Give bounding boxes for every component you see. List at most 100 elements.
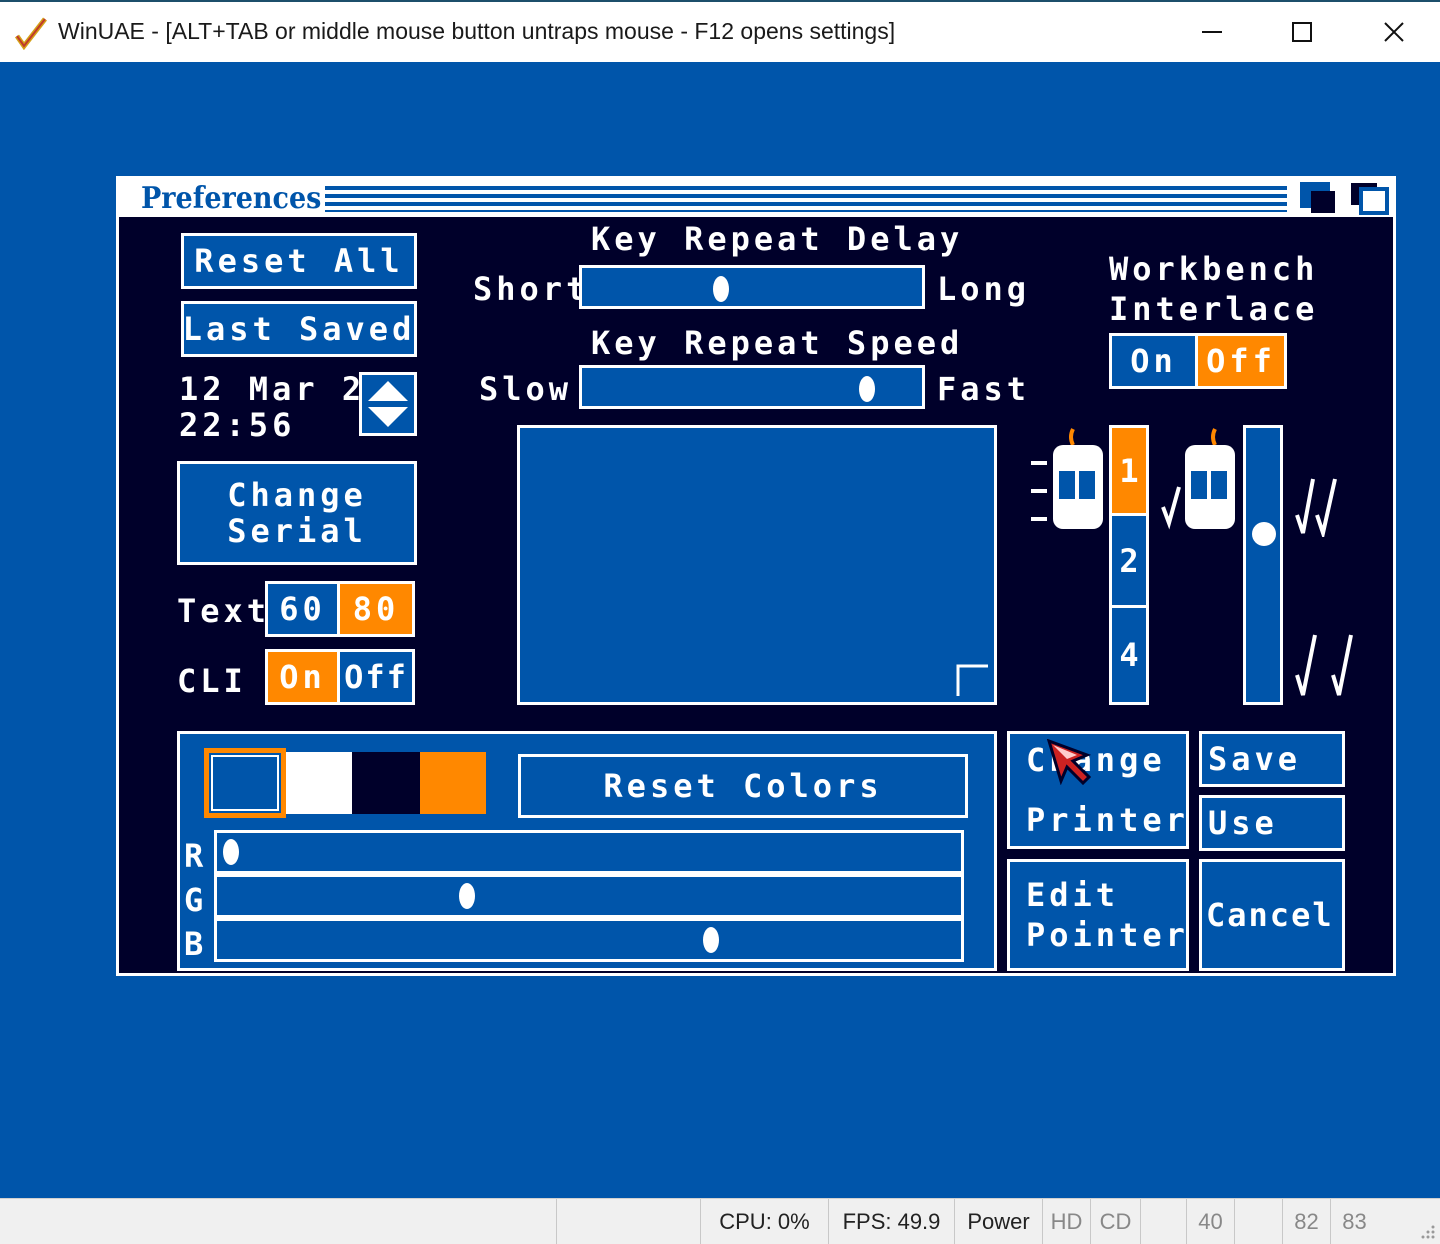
close-icon (1384, 22, 1404, 42)
text-width-toggle: 60 80 (265, 581, 415, 637)
key-speed-slider[interactable] (579, 365, 925, 409)
interlace-on-option[interactable]: On (1112, 336, 1198, 386)
df2-status: 82 (1282, 1199, 1330, 1244)
mouse-slow-icon (1031, 428, 1103, 529)
fast-click-icon (1295, 478, 1337, 537)
cli-label: CLI (177, 662, 247, 700)
cli-toggle: On Off (265, 649, 415, 705)
edit-pointer-button[interactable]: Edit Pointer (1007, 859, 1189, 971)
depth-back-gadget[interactable] (1295, 179, 1341, 217)
use-button[interactable]: Use (1199, 795, 1345, 851)
change-serial-label-1: Change (227, 476, 367, 514)
date-time-stepper[interactable] (359, 372, 417, 436)
palette-color-1[interactable] (286, 752, 352, 814)
color-panel: Reset Colors R G B (177, 731, 997, 971)
key-speed-knob[interactable] (859, 376, 876, 402)
hd-status: HD (1042, 1199, 1090, 1244)
reset-all-button[interactable]: Reset All (181, 233, 417, 289)
green-slider[interactable] (214, 874, 964, 918)
save-button[interactable]: Save (1199, 731, 1345, 787)
blue-knob[interactable] (702, 927, 719, 953)
palette-color-0[interactable] (204, 748, 286, 818)
mouse-speed-option-1[interactable]: 1 (1112, 428, 1146, 516)
cd-status: CD (1090, 1199, 1140, 1244)
power-status: Power (954, 1199, 1042, 1244)
depth-front-icon (1351, 183, 1389, 215)
df1-status (1234, 1199, 1282, 1244)
blue-slider[interactable] (214, 918, 964, 962)
maximize-button[interactable] (1256, 2, 1348, 62)
red-slider[interactable] (214, 830, 964, 874)
maximize-icon (1292, 22, 1312, 42)
date-field[interactable]: 12 Mar 20 (179, 371, 388, 407)
text-label: Text (177, 592, 271, 630)
drive-blank (1140, 1199, 1186, 1244)
edit-pointer-label-1: Edit (1026, 876, 1120, 914)
text-60-option[interactable]: 60 (268, 584, 340, 634)
key-delay-slider[interactable] (579, 265, 925, 309)
red-knob[interactable] (223, 839, 239, 865)
last-saved-button[interactable]: Last Saved (181, 301, 417, 357)
key-speed-min-label: Slow (479, 370, 573, 408)
cpu-status: CPU: 0% (700, 1199, 828, 1244)
key-speed-title: Key Repeat Speed (591, 324, 964, 362)
mouse-speed-selector: 1 2 4 (1109, 425, 1149, 705)
close-button[interactable] (1348, 2, 1440, 62)
text-80-option[interactable]: 80 (340, 584, 412, 634)
titlebar-drag-lines (325, 186, 1287, 212)
cli-on-option[interactable]: On (268, 652, 340, 702)
double-click-slider[interactable] (1243, 425, 1283, 705)
depth-back-icon (1300, 182, 1335, 213)
df3-status: 83 (1330, 1199, 1378, 1244)
key-delay-min-label: Short (473, 270, 590, 308)
window-titlebar[interactable]: WinUAE - [ALT+TAB or middle mouse button… (0, 0, 1440, 62)
double-click-knob[interactable] (1252, 521, 1276, 546)
fps-status: FPS: 49.9 (828, 1199, 954, 1244)
interlace-title-1: Workbench (1109, 250, 1319, 288)
key-delay-max-label: Long (937, 270, 1031, 308)
reset-colors-button[interactable]: Reset Colors (518, 754, 968, 818)
cancel-button[interactable]: Cancel (1199, 859, 1345, 971)
preferences-titlebar[interactable]: Preferences (119, 179, 1393, 217)
mouse-speed-option-2[interactable]: 2 (1112, 516, 1146, 608)
edit-pointer-label-2: Pointer (1026, 916, 1189, 954)
slow-click-icon (1295, 634, 1353, 696)
up-down-arrow-icon (368, 381, 408, 427)
mouse-speed-option-4[interactable]: 4 (1112, 608, 1146, 702)
status-bar: CPU: 0% FPS: 49.9 Power HD CD 40 82 83 (0, 1198, 1440, 1244)
green-label: G (184, 881, 204, 919)
key-delay-knob[interactable] (712, 276, 729, 302)
key-speed-max-label: Fast (937, 370, 1031, 408)
change-serial-label-2: Serial (227, 512, 367, 550)
minimize-icon (1202, 31, 1222, 33)
checkmark-icon (14, 17, 47, 50)
resize-grip-icon (1421, 1225, 1435, 1239)
preferences-window: Preferences Reset All Last Saved 12 Mar … (116, 176, 1396, 976)
time-field[interactable]: 22:56 (179, 407, 295, 443)
interlace-off-option[interactable]: Off (1198, 336, 1284, 386)
change-serial-button[interactable]: Change Serial (177, 461, 417, 565)
window-title: WinUAE - [ALT+TAB or middle mouse button… (58, 18, 896, 44)
interlace-toggle: On Off (1109, 333, 1287, 389)
test-area[interactable] (517, 425, 997, 705)
key-delay-title: Key Repeat Delay (591, 220, 964, 258)
df0-status: 40 (1186, 1199, 1234, 1244)
blue-label: B (184, 925, 204, 963)
palette-color-3[interactable] (420, 752, 486, 814)
change-printer-button[interactable]: Change Printer (1007, 731, 1189, 849)
change-printer-label-2: Printer (1026, 801, 1189, 839)
palette-color-2[interactable] (352, 752, 420, 814)
mouse-pointer-icon (1047, 739, 1092, 785)
green-knob[interactable] (459, 883, 476, 909)
red-label: R (184, 837, 204, 875)
color-palette (204, 748, 486, 818)
cli-off-option[interactable]: Off (340, 652, 412, 702)
status-blank (556, 1199, 700, 1244)
emulator-screen[interactable]: Preferences Reset All Last Saved 12 Mar … (0, 62, 1440, 1198)
depth-front-gadget[interactable] (1347, 179, 1393, 217)
preferences-title: Preferences (141, 181, 322, 216)
mouse-fast-icon (1161, 428, 1235, 530)
interlace-title-2: Interlace (1109, 290, 1319, 328)
minimize-button[interactable] (1166, 2, 1258, 62)
resize-corner-icon (956, 664, 988, 696)
